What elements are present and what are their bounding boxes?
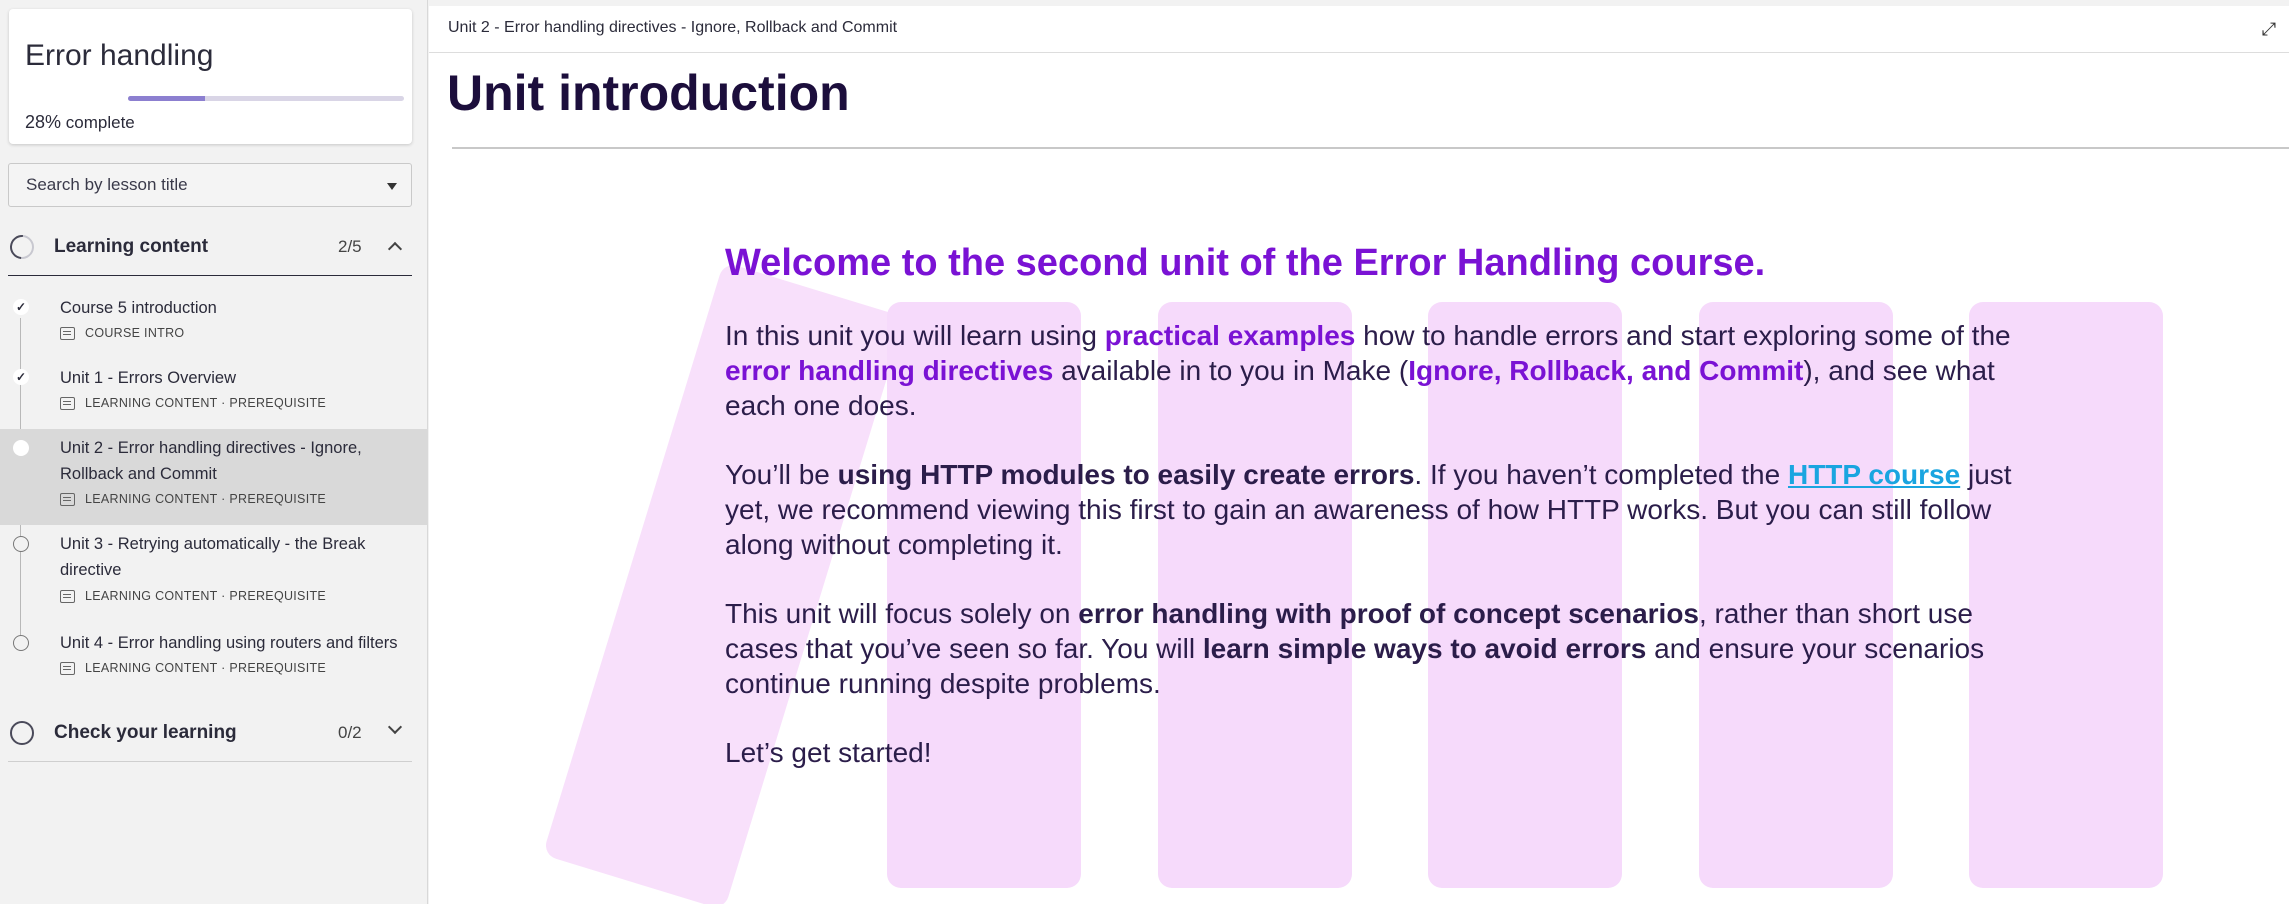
intro-hero: Welcome to the second unit of the Error … bbox=[429, 156, 2289, 904]
current-lesson-dot-icon bbox=[13, 440, 29, 456]
bold-text: learn simple ways to avoid errors bbox=[1202, 633, 1647, 664]
lesson-search-select[interactable]: Search by lesson title bbox=[8, 163, 412, 207]
text-run: how to handle errors and start exploring… bbox=[1355, 320, 2011, 351]
lesson-meta-text: LEARNING CONTENT · PREREQUISITE bbox=[85, 396, 327, 410]
lesson-meta-text: LEARNING CONTENT · PREREQUISITE bbox=[85, 661, 327, 675]
module-icon bbox=[60, 396, 75, 410]
course-sidebar: Error handling 28% complete Search by le… bbox=[0, 0, 428, 904]
lesson-meta: COURSE INTRO bbox=[60, 326, 184, 340]
lesson-main-panel: Unit 2 - Error handling directives - Ign… bbox=[429, 6, 2289, 904]
text-run: You’ll be bbox=[725, 459, 838, 490]
progress-text: 28% complete bbox=[25, 112, 135, 133]
lesson-title: Course 5 introduction bbox=[60, 299, 217, 317]
section-divider bbox=[8, 275, 412, 276]
intro-content: Welcome to the second unit of the Error … bbox=[725, 240, 2015, 804]
check-icon: ✓ bbox=[13, 369, 29, 385]
lesson-title: Unit 4 - Error handling using routers an… bbox=[60, 634, 398, 652]
highlight-text: practical examples bbox=[1104, 320, 1356, 351]
text-run: This unit will focus solely on bbox=[725, 598, 1079, 629]
text-run: . If you haven’t completed the bbox=[1414, 459, 1788, 490]
lesson-status-circle-icon bbox=[13, 536, 29, 552]
intro-heading: Welcome to the second unit of the Error … bbox=[725, 242, 1766, 284]
text-run: In this unit you will learn using bbox=[725, 320, 1105, 351]
app-window: Error handling 28% complete Search by le… bbox=[0, 0, 2289, 904]
chevron-up-icon[interactable] bbox=[387, 241, 403, 257]
lesson-topbar: Unit 2 - Error handling directives - Ign… bbox=[429, 6, 2289, 53]
section-title: Check your learning bbox=[54, 722, 237, 743]
section-divider bbox=[8, 761, 412, 762]
progress-bar bbox=[128, 96, 404, 101]
lesson-meta: LEARNING CONTENT · PREREQUISITE bbox=[60, 661, 326, 675]
progress-percent: 28% bbox=[25, 112, 62, 132]
progress-label: complete bbox=[65, 113, 135, 132]
lesson-meta-text: COURSE INTRO bbox=[85, 326, 185, 340]
intro-paragraph-1: In this unit you will learn using practi… bbox=[725, 318, 2015, 423]
course-title: Error handling bbox=[25, 39, 214, 72]
lesson-meta-text: LEARNING CONTENT · PREREQUISITE bbox=[85, 492, 327, 506]
check-icon: ✓ bbox=[13, 299, 29, 315]
breadcrumb: Unit 2 - Error handling directives - Ign… bbox=[448, 19, 898, 36]
search-placeholder: Search by lesson title bbox=[26, 175, 188, 194]
bold-text: error handling with proof of concept sce… bbox=[1078, 598, 1699, 629]
lesson-item-course-5-introduction[interactable]: ✓ Course 5 introduction COURSE INTRO bbox=[0, 290, 428, 354]
bold-text: using HTTP modules to easily create erro… bbox=[837, 459, 1415, 490]
module-icon bbox=[60, 589, 75, 603]
lesson-title: Unit 2 - Error handling directives - Ign… bbox=[60, 439, 362, 483]
section-title: Learning content bbox=[54, 236, 209, 257]
progress-bar-fill bbox=[128, 96, 206, 101]
intro-paragraph-3: This unit will focus solely on error han… bbox=[725, 596, 2015, 701]
caret-down-icon bbox=[387, 183, 397, 190]
section-count: 2/5 bbox=[338, 237, 362, 256]
lesson-item-unit-4[interactable]: Unit 4 - Error handling using routers an… bbox=[0, 630, 428, 694]
title-divider bbox=[452, 147, 2289, 149]
text-run: available in to you in Make ( bbox=[1053, 355, 1409, 386]
http-course-link[interactable]: HTTP course bbox=[1788, 459, 1960, 490]
intro-paragraph-4: Let’s get started! bbox=[725, 737, 932, 768]
section-progress-ring-icon bbox=[5, 230, 39, 264]
module-icon bbox=[60, 492, 75, 506]
intro-paragraph-2: You’ll be using HTTP modules to easily c… bbox=[725, 457, 2015, 562]
lesson-meta: LEARNING CONTENT · PREREQUISITE bbox=[60, 492, 326, 506]
lesson-title: Unit 1 - Errors Overview bbox=[60, 369, 237, 387]
lesson-meta: LEARNING CONTENT · PREREQUISITE bbox=[60, 396, 326, 410]
lesson-meta: LEARNING CONTENT · PREREQUISITE bbox=[60, 589, 326, 603]
lesson-title: Unit 3 - Retrying automatically - the Br… bbox=[60, 535, 366, 579]
lesson-status-circle-icon bbox=[13, 635, 29, 651]
expand-icon[interactable]: ⤢ bbox=[2259, 19, 2279, 39]
module-icon bbox=[60, 661, 75, 675]
page-title: Unit introduction bbox=[447, 65, 850, 121]
lesson-item-unit-2-active[interactable]: Unit 2 - Error handling directives - Ign… bbox=[0, 429, 428, 525]
section-progress-ring-icon bbox=[10, 721, 34, 745]
course-progress-card: Error handling 28% complete bbox=[9, 9, 412, 144]
section-count: 0/2 bbox=[338, 723, 362, 742]
lesson-meta-text: LEARNING CONTENT · PREREQUISITE bbox=[85, 589, 327, 603]
section-check-your-learning[interactable]: Check your learning 0/2 bbox=[0, 704, 412, 762]
section-learning-content[interactable]: Learning content 2/5 bbox=[0, 218, 412, 276]
module-icon bbox=[60, 326, 75, 340]
lesson-item-unit-3[interactable]: Unit 3 - Retrying automatically - the Br… bbox=[0, 526, 428, 622]
chevron-down-icon[interactable] bbox=[387, 719, 403, 735]
highlight-text: error handling directives bbox=[725, 355, 1054, 386]
highlight-text: Ignore, Rollback, and Commit bbox=[1408, 355, 1804, 386]
lesson-item-unit-1[interactable]: ✓ Unit 1 - Errors Overview LEARNING CONT… bbox=[0, 360, 428, 424]
